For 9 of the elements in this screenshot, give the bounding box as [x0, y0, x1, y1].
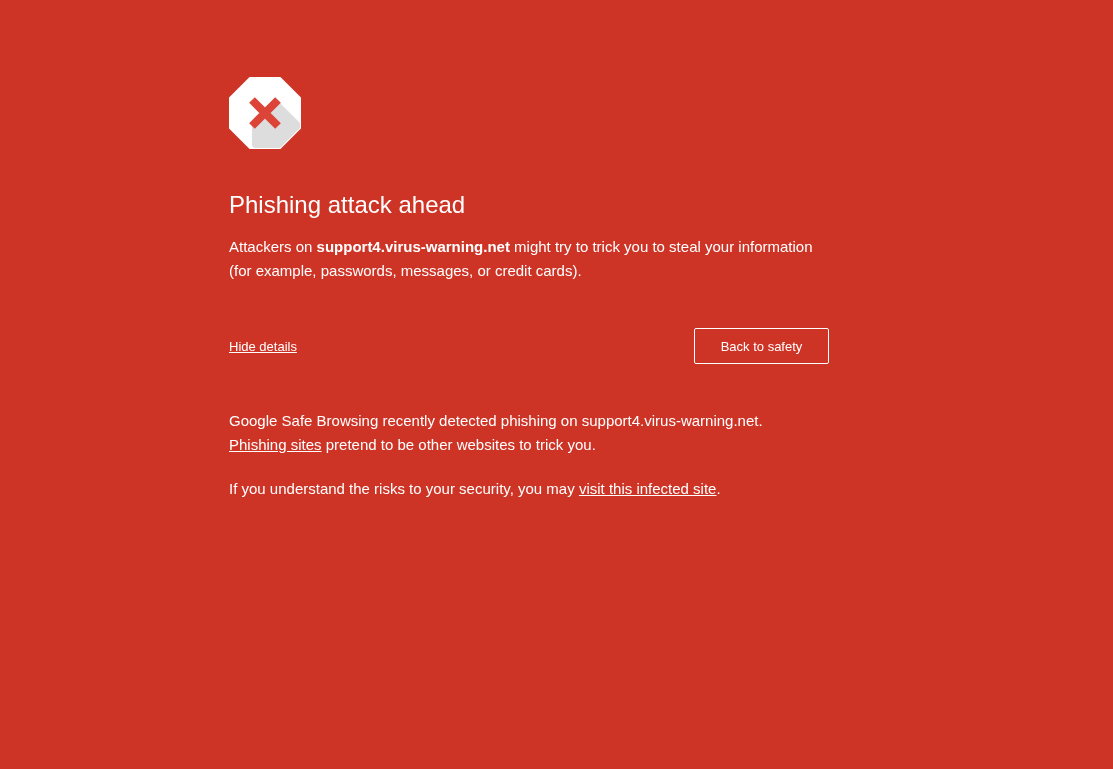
stop-sign-x-icon: [229, 77, 301, 149]
inline-link[interactable]: visit this infected site: [578, 480, 717, 497]
warning-title: Phishing attack ahead: [229, 190, 467, 220]
details-paragraph: If you understand the risks to your security, you may visit this infected site.: [229, 479, 722, 499]
inline-link[interactable]: Phishing sites: [229, 436, 322, 453]
warning-message: Attackers on support4.virus-warning.net might try to trick you to steal your information (for example, passwords, messages, or credit cards).: [229, 237, 814, 281]
back-to-safety-button[interactable]: Back to safety: [694, 328, 829, 364]
hide-details-link[interactable]: Hide details: [229, 338, 297, 354]
details-paragraph: Google Safe Browsing recently detected phishing on support4.virus-warning.net. Phishing sites pretend to be other websites to trick you.: [229, 411, 764, 455]
